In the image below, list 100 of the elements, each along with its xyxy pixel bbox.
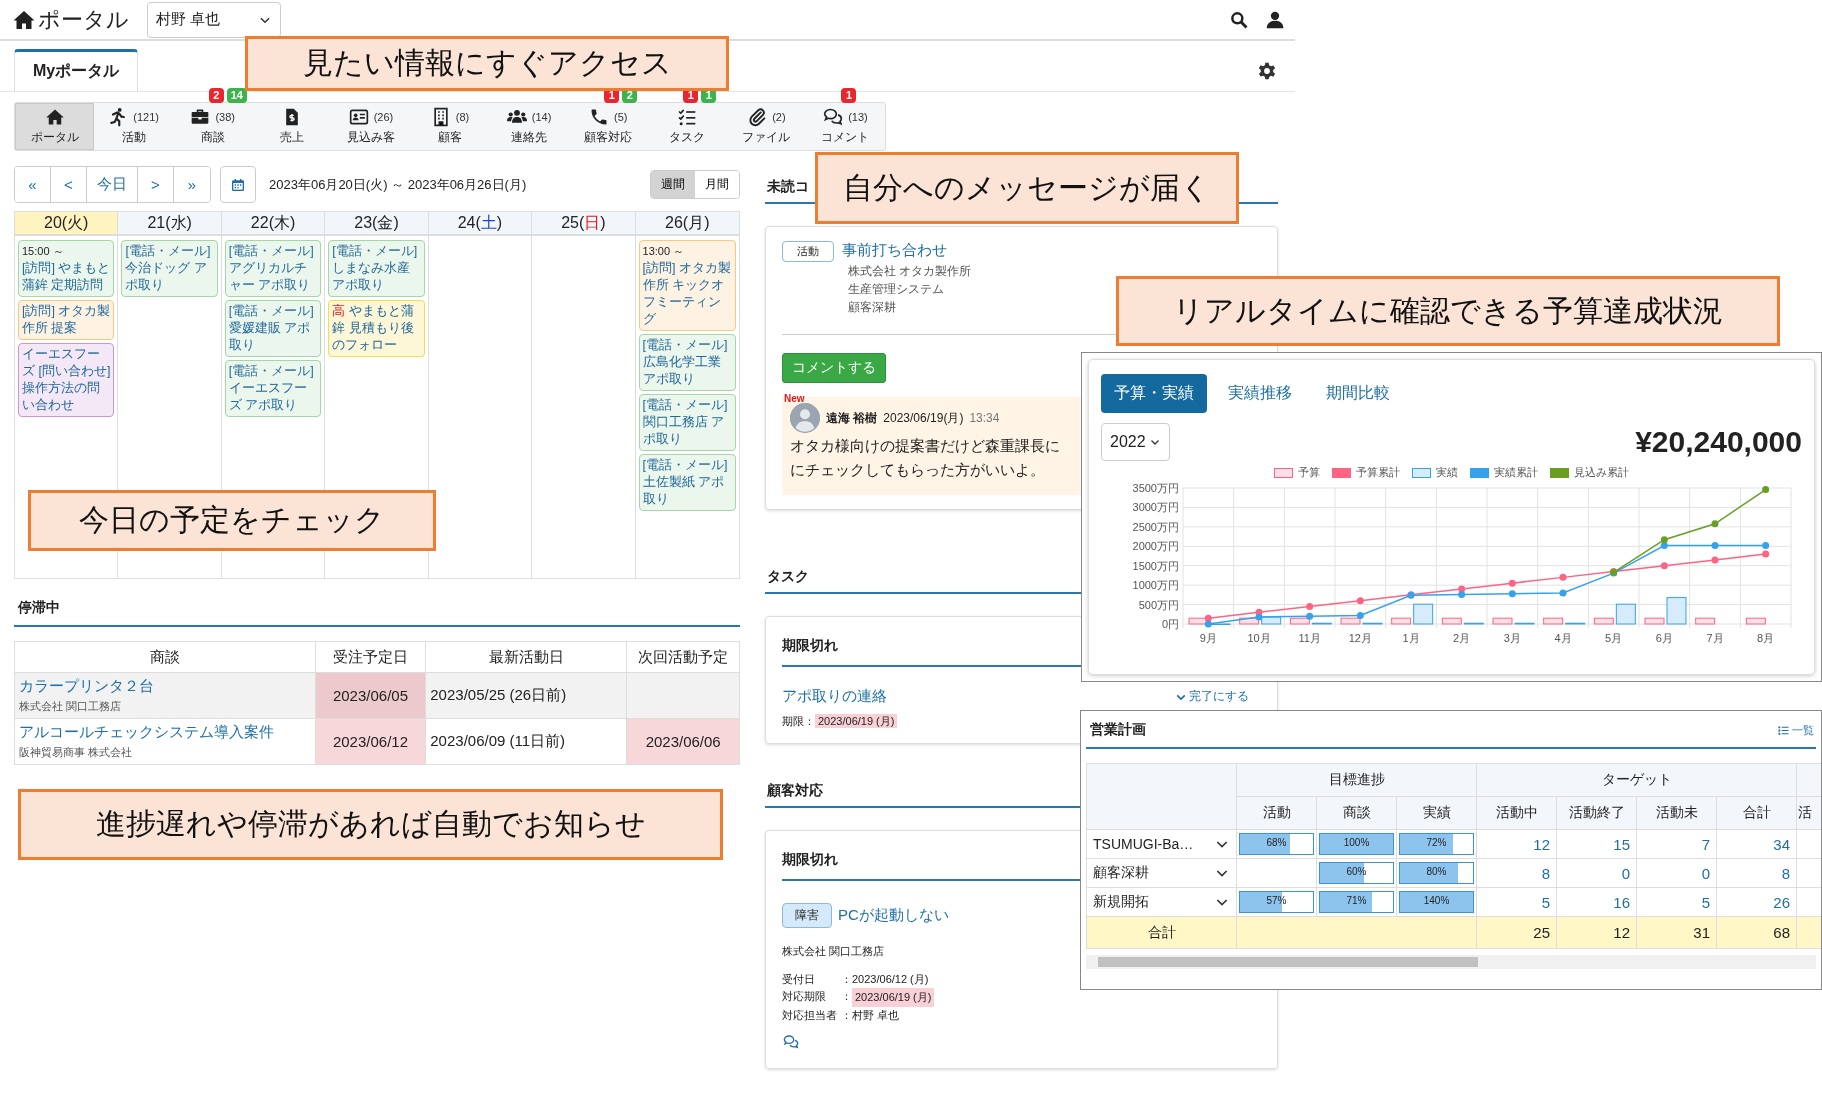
total-label: 合計 bbox=[1086, 916, 1237, 949]
point bbox=[1204, 620, 1212, 628]
avatar-icon bbox=[790, 403, 820, 433]
year-select[interactable]: 2022 bbox=[1101, 423, 1170, 461]
count-link[interactable]: 8 bbox=[1476, 858, 1557, 888]
column-header: 実績 bbox=[1396, 796, 1477, 830]
field-label: 対応期限 bbox=[782, 989, 827, 1004]
portal-home-link[interactable]: ポータル bbox=[12, 4, 129, 35]
calendar-event[interactable]: 15:00 ～ [訪問] やまもと蒲鉾 定期訪問 bbox=[18, 240, 115, 297]
module-tab[interactable]: (14) 連絡先 bbox=[489, 103, 569, 150]
comment-text: にチェックしてもらった方がいいよ。 bbox=[790, 461, 1045, 480]
count-link[interactable]: 26 bbox=[1716, 887, 1797, 917]
chart-tab[interactable]: 予算・実績 bbox=[1101, 374, 1207, 413]
column-header: 活動 bbox=[1236, 796, 1317, 830]
total-cell: 68 bbox=[1716, 916, 1797, 949]
count-link[interactable]: 0 bbox=[1636, 858, 1717, 888]
complete-link[interactable]: 完了にする bbox=[1176, 688, 1249, 705]
user-select[interactable]: 村野 卓也 bbox=[147, 1, 281, 38]
calendar-event[interactable]: [電話・メール] 関口工務店 アポ取り bbox=[638, 394, 736, 451]
deal-link[interactable]: アルコールチェックシステム導入案件 bbox=[19, 723, 311, 742]
date-picker-button[interactable] bbox=[220, 166, 256, 203]
count-link[interactable]: 8 bbox=[1716, 858, 1797, 888]
date-cell: 2023/05/25 (26日前) bbox=[425, 672, 627, 719]
comment-time: 13:34 bbox=[969, 411, 1000, 425]
new-label: New bbox=[784, 393, 805, 404]
deal-link[interactable]: カラープリンタ２台 bbox=[19, 677, 311, 696]
task-link[interactable]: アポ取りの連絡 bbox=[782, 687, 887, 706]
point bbox=[1711, 542, 1719, 550]
progress-label: 60% bbox=[1345, 866, 1368, 877]
module-tab[interactable]: (2) ファイル bbox=[726, 103, 806, 150]
due-date: 2023/06/19 (月) bbox=[815, 714, 898, 728]
calendar-event[interactable]: [電話・メール] 土佐製紙 アポ取り bbox=[638, 454, 736, 511]
count-link[interactable]: 15 bbox=[1556, 829, 1637, 859]
comment-button[interactable]: コメントする bbox=[782, 353, 886, 383]
section-title: 停滞中 bbox=[14, 579, 740, 627]
chart-bar bbox=[1261, 616, 1282, 625]
calendar-event[interactable]: [電話・メール] 愛媛建販 アポ取り bbox=[224, 300, 322, 357]
count-link[interactable]: 12 bbox=[1476, 829, 1557, 859]
module-tab[interactable]: (8) 顧客 bbox=[410, 103, 490, 150]
module-tab[interactable]: (121) 活動 bbox=[94, 103, 174, 150]
category-tag: 障害 bbox=[782, 903, 832, 928]
module-tab[interactable]: (26) 見込み客 bbox=[331, 103, 411, 150]
day-header: 22(木) bbox=[221, 212, 326, 236]
column-header: 最新活動日 bbox=[425, 641, 627, 673]
count-link[interactable]: 34 bbox=[1716, 829, 1797, 859]
calendar-event[interactable]: [電話・メール] 広島化学工業アポ取り bbox=[638, 334, 736, 391]
total-amount: ¥20,240,000 bbox=[1635, 425, 1802, 459]
module-label: 連絡先 bbox=[511, 129, 548, 146]
module-tab[interactable]: ポータル bbox=[15, 103, 95, 150]
date-range: 2023年06月20日(火) ～ 2023年06月26日(月) bbox=[269, 175, 527, 194]
field-label: 受付日 bbox=[782, 972, 816, 987]
column-header: 次回活動予定 bbox=[626, 641, 740, 673]
legend-item: 予算累計 bbox=[1332, 465, 1400, 480]
module-tab[interactable]: 売上 bbox=[252, 103, 332, 150]
checklist-icon bbox=[677, 107, 698, 127]
count-link[interactable]: 0 bbox=[1556, 858, 1637, 888]
item-count: (8) bbox=[455, 111, 470, 123]
calendar-nav-button[interactable]: « bbox=[15, 167, 51, 202]
count-link[interactable]: 5 bbox=[1636, 887, 1717, 917]
total-cell: 12 bbox=[1556, 916, 1637, 949]
module-tab[interactable]: (13) コメント bbox=[805, 103, 886, 150]
calendar-event[interactable]: [電話・メール] しまなみ水産アポ取り bbox=[328, 240, 425, 297]
chart-bar bbox=[1745, 617, 1766, 625]
field-value: 2023/06/12 (月) bbox=[852, 972, 929, 987]
module-tab[interactable]: タスク bbox=[647, 103, 727, 150]
horizontal-scrollbar[interactable] bbox=[1086, 955, 1816, 969]
progress-label: 80% bbox=[1425, 866, 1448, 877]
home-icon bbox=[44, 107, 65, 127]
calendar-event[interactable]: [電話・メール] 今治ドッグ アポ取り bbox=[121, 240, 218, 297]
list-link[interactable]: 一覧 bbox=[1778, 722, 1814, 738]
calendar-event[interactable]: [電話・メール] アグリカルチャー アポ取り bbox=[224, 240, 322, 297]
comment-date: 2023/06/19(月) bbox=[883, 409, 964, 427]
total-cell: 25 bbox=[1476, 916, 1557, 949]
calendar-event[interactable]: [電話・メール] イーエスフーズ アポ取り bbox=[224, 360, 322, 417]
settings-icon bbox=[1257, 61, 1277, 81]
module-tab[interactable]: (38) 商談 bbox=[173, 103, 253, 150]
activity-link[interactable]: 事前打ち合わせ bbox=[842, 241, 947, 260]
chart-tab[interactable]: 実績推移 bbox=[1215, 374, 1305, 413]
module-label: ファイル bbox=[742, 129, 791, 146]
progress-label: 57% bbox=[1265, 895, 1288, 906]
calendar-event[interactable]: 13:00 ～ [訪問] オタカ製作所 キックオフミーティング bbox=[638, 240, 736, 331]
progress-label: 100% bbox=[1342, 837, 1371, 848]
axis-label: 5月 bbox=[1605, 632, 1623, 644]
day-header: 20(火) bbox=[15, 212, 119, 236]
view-toggle[interactable]: 週間 bbox=[651, 171, 695, 198]
column-header: 合計 bbox=[1716, 796, 1797, 830]
date-cell: 2023/06/05 bbox=[315, 672, 426, 719]
axis-label: 500万円 bbox=[1138, 598, 1179, 611]
calendar-event[interactable]: [訪問] オタカ製作所 提案 bbox=[18, 300, 115, 340]
chart-tab[interactable]: 期間比較 bbox=[1313, 374, 1403, 413]
count-link[interactable]: 5 bbox=[1476, 887, 1557, 917]
column-group-header: ターゲット bbox=[1476, 763, 1797, 797]
axis-label: 7月 bbox=[1706, 632, 1724, 644]
portal-tab[interactable]: Myポータル bbox=[14, 49, 139, 91]
calendar-event[interactable]: イーエスフーズ [問い合わせ] 操作方法の問い合わせ bbox=[18, 343, 115, 417]
count-link[interactable]: 7 bbox=[1636, 829, 1717, 859]
count-link[interactable]: 16 bbox=[1556, 887, 1637, 917]
calendar-event[interactable]: 高 やまもと蒲鉾 見積もり後のフォロー bbox=[328, 300, 425, 357]
module-tab[interactable]: (5) 顧客対応 bbox=[568, 103, 648, 150]
ticket-link[interactable]: PCが起動しない bbox=[838, 906, 949, 925]
